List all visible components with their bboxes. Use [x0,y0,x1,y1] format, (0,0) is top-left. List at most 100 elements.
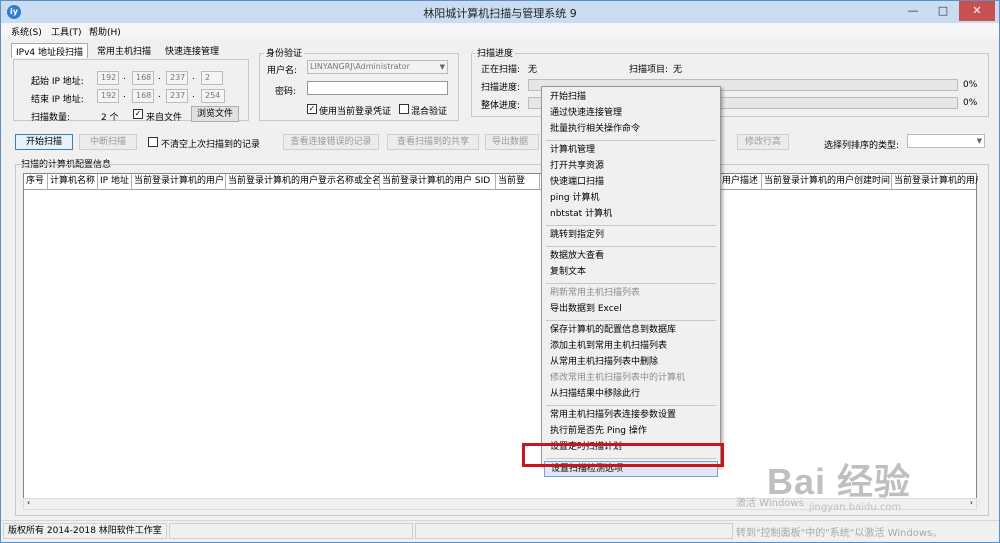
context-menu-item[interactable]: 通过快速连接管理 [544,106,718,122]
from-file-checkbox[interactable]: ✓ [133,109,143,119]
scan-item-label: 扫描项目: [629,65,669,75]
context-menu-item[interactable]: 从扫描结果中移除此行 [544,387,718,403]
col-header[interactable]: 当前登录计算机的用户 [132,174,226,190]
scan-progress-value: 0% [963,80,978,90]
username-combobox[interactable]: LINYANGRJ\Administrator ▼ [307,60,448,74]
context-menu-item[interactable]: nbtstat 计算机 [544,207,718,223]
browse-file-button[interactable]: 浏览文件 [191,106,239,122]
start-ip-label: 起始 IP 地址: [31,77,84,87]
context-menu-item[interactable]: 修改常用主机扫描列表中的计算机 [544,371,718,387]
overall-progress-value: 0% [963,98,978,108]
auth-title: 身份验证 [264,46,305,59]
activate-windows-hint: 转到"控制面板"中的"系统"以激活 Windows。 [736,528,943,539]
context-menu-item[interactable]: 保存计算机的配置信息到数据库 [544,323,718,339]
menu-separator [546,140,716,141]
overall-progress-label: 整体进度: [481,101,521,111]
tab-quick-connect[interactable]: 快速连接管理 [161,43,223,58]
app-window: iy 林阳城计算机扫描与管理系统 9 — □ ✕ 系统(S) 工具(T) 帮助(… [0,0,1000,543]
menu-separator [546,405,716,406]
col-header[interactable]: 当前登录计算机的用户 [892,174,978,190]
start-ip-octet-3[interactable]: 237 [166,71,188,85]
col-header[interactable]: 计算机名称 [48,174,98,190]
password-input[interactable] [307,81,448,95]
use-current-credential-checkbox[interactable]: ✓ [307,104,317,114]
scan-progress-label: 扫描进度: [481,83,521,93]
no-clear-label: 不清空上次扫描到的记录 [161,140,261,150]
context-menu-item[interactable]: 计算机管理 [544,143,718,159]
menu-help[interactable]: 帮助(H) [89,25,121,38]
context-menu-item[interactable]: 从常用主机扫描列表中删除 [544,355,718,371]
status-cell [169,523,413,539]
col-header[interactable]: IP 地址 [98,174,132,190]
minimize-button[interactable]: — [899,1,927,21]
context-menu-item[interactable]: 开始扫描 [544,90,718,106]
start-ip-octet-4[interactable]: 2 [201,71,223,85]
close-button[interactable]: ✕ [959,1,995,21]
end-ip-octet-2[interactable]: 168 [132,89,154,103]
context-menu-item[interactable]: 复制文本 [544,265,718,281]
ip-dot: . [158,72,161,82]
end-ip-octet-4[interactable]: 254 [201,89,225,103]
table-header: 序号 计算机名称 IP 地址 当前登录计算机的用户 当前登录计算机的用户登示名称… [24,174,978,190]
sort-type-select[interactable]: ▼ [907,134,985,148]
col-header[interactable]: 当前登录计算机的用户登示名称或全名 [226,174,380,190]
end-ip-label: 结束 IP 地址: [31,95,84,105]
end-ip-octet-1[interactable]: 192 [97,89,119,103]
ip-dot: . [158,90,161,100]
view-shares-button[interactable]: 查看扫描到的共享 [387,134,479,150]
context-menu-item[interactable]: 快速端口扫描 [544,175,718,191]
copyright-text: 版权所有 2014-2018 林阳软件工作室 [3,523,167,539]
activate-windows-text: 激活 Windows [736,498,804,509]
ip-dot: . [123,72,126,82]
baidu-url-watermark: jingyan.baidu.com [809,502,902,513]
menu-bar: 系统(S) 工具(T) 帮助(H) [1,23,999,39]
col-header[interactable]: 当前登录计算机的用户 SID [380,174,496,190]
context-menu-item[interactable]: 打开共享资源 [544,159,718,175]
context-menu-item[interactable]: 数据放大查看 [544,249,718,265]
context-menu-item[interactable]: 跳转到指定列 [544,228,718,244]
menu-separator [546,225,716,226]
end-ip-octet-3[interactable]: 237 [166,89,188,103]
col-header[interactable]: 当前登录计算机的用户创建时间 [762,174,892,190]
scroll-left-icon[interactable]: ‹ [27,498,30,507]
no-clear-checkbox[interactable] [148,137,158,147]
highlight-annotation [522,443,724,467]
context-menu-item[interactable]: ping 计算机 [544,191,718,207]
col-header[interactable]: 当前登 [496,174,540,190]
username-value: LINYANGRJ\Administrator [310,62,410,71]
scanning-value: 无 [528,65,538,75]
scan-count-label: 扫描数量: [31,113,71,123]
tab-ipv4-scan[interactable]: IPv4 地址段扫描 [11,43,88,58]
status-cell [415,523,733,539]
username-label: 用户名: [267,66,298,76]
start-ip-octet-2[interactable]: 168 [132,71,154,85]
menu-system[interactable]: 系统(S) [11,25,42,38]
from-file-label: 来自文件 [146,113,183,123]
col-header[interactable]: 用户描述 [720,174,762,190]
scan-item-value: 无 [673,65,683,75]
context-menu-item[interactable]: 导出数据到 Excel [544,302,718,318]
mixed-auth-label: 混合验证 [411,107,448,117]
window-title: 林阳城计算机扫描与管理系统 9 [423,7,577,20]
maximize-button[interactable]: □ [929,1,957,21]
start-ip-octet-1[interactable]: 192 [97,71,119,85]
start-scan-button[interactable]: 开始扫描 [15,134,73,150]
view-errors-button[interactable]: 查看连接错误的记录 [283,134,379,150]
stop-scan-button[interactable]: 中断扫描 [79,134,137,150]
title-bar[interactable]: iy 林阳城计算机扫描与管理系统 9 — □ ✕ [1,1,999,23]
ip-dot: . [192,72,195,82]
scanning-label: 正在扫描: [481,65,521,75]
context-menu-item[interactable]: 批量执行相关操作命令 [544,122,718,138]
col-header[interactable]: 序号 [24,174,48,190]
export-button[interactable]: 导出数据 [485,134,539,150]
menu-tools[interactable]: 工具(T) [51,25,82,38]
scroll-right-icon[interactable]: › [970,498,973,507]
context-menu-item[interactable]: 刷新常用主机扫描列表 [544,286,718,302]
modify-row-height-button[interactable]: 修改行高 [737,134,789,150]
context-menu-item[interactable]: 添加主机到常用主机扫描列表 [544,339,718,355]
tab-common-host-scan[interactable]: 常用主机扫描 [93,43,155,58]
context-menu-item[interactable]: 执行前是否先 Ping 操作 [544,424,718,440]
password-label: 密码: [275,87,297,97]
mixed-auth-checkbox[interactable] [399,104,409,114]
context-menu-item[interactable]: 常用主机扫描列表连接参数设置 [544,408,718,424]
